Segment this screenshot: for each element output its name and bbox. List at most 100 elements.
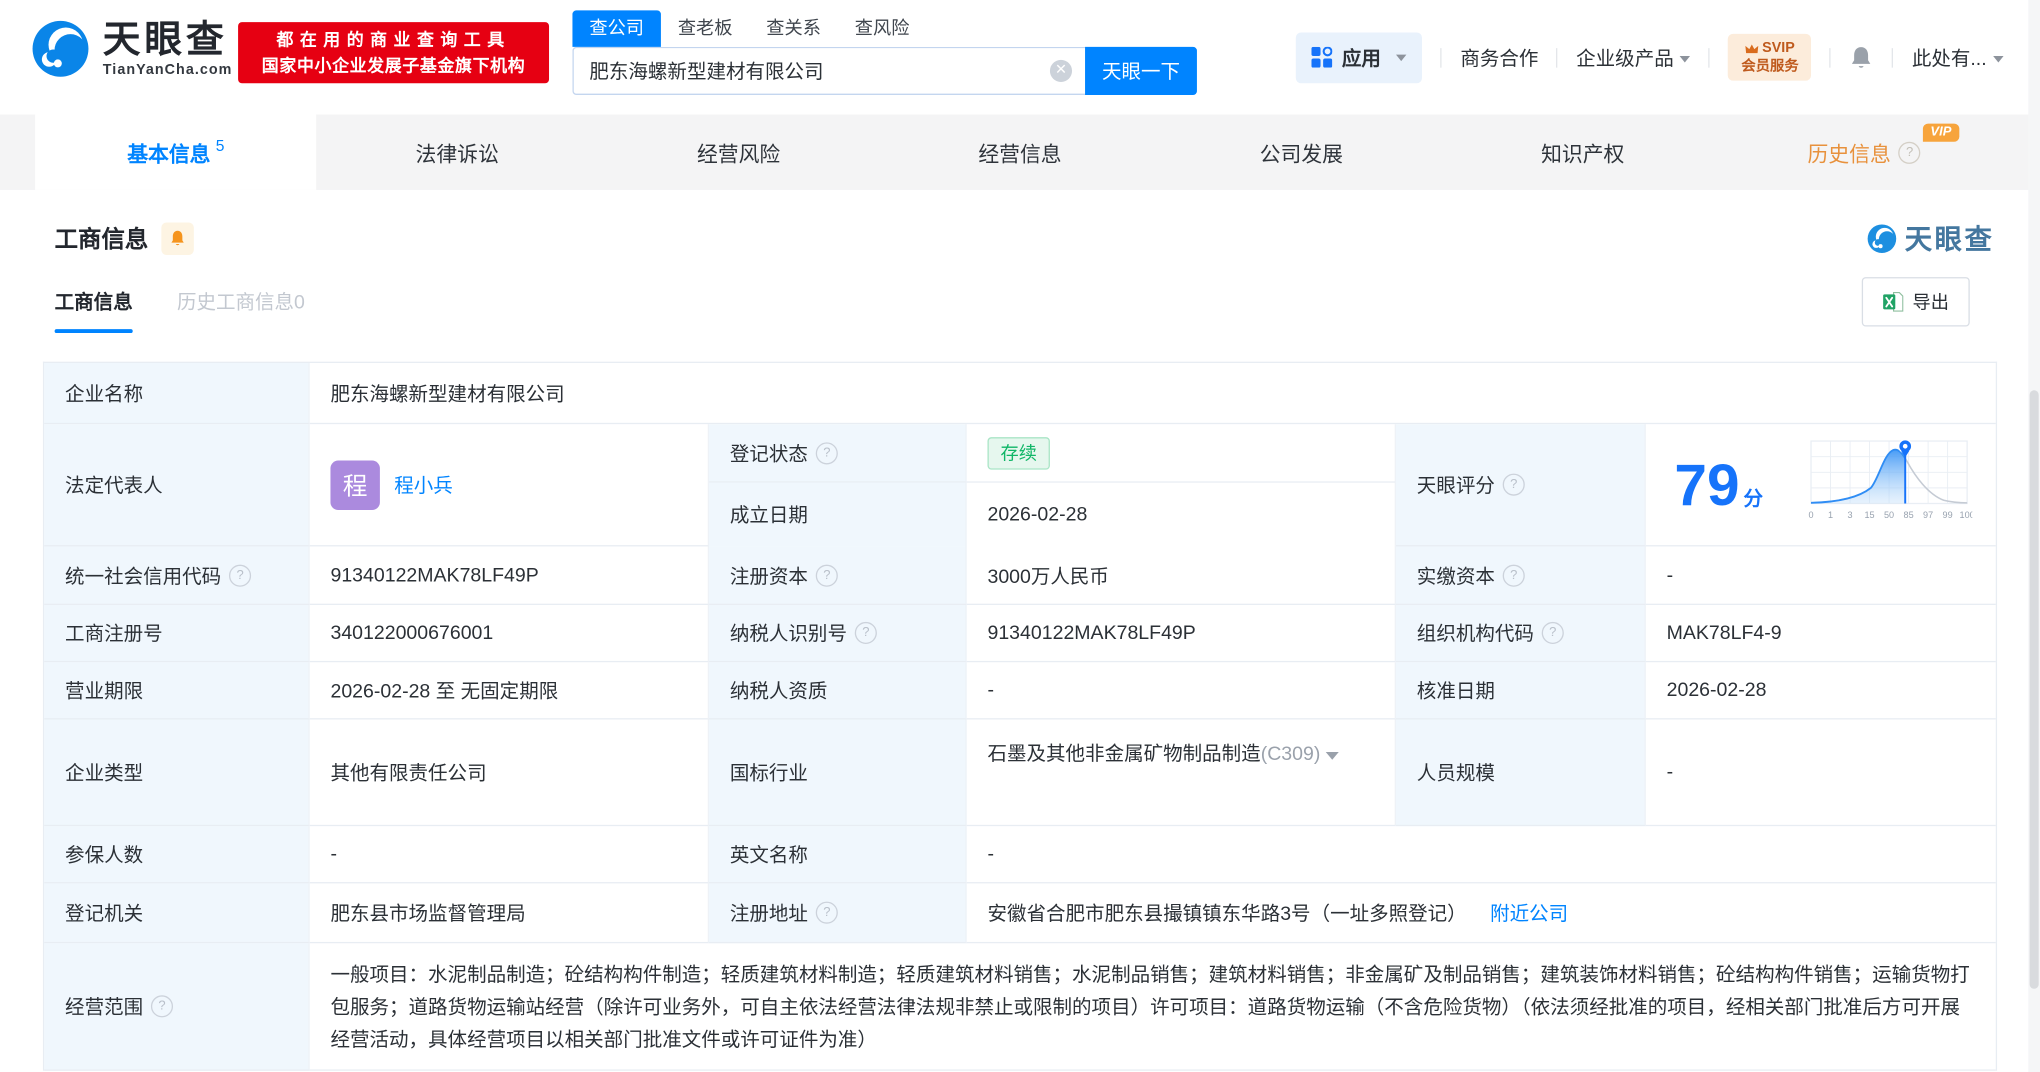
svg-text:1: 1: [1828, 509, 1833, 519]
search-tabs: 查公司 查老板 查关系 查风险: [572, 10, 1196, 47]
company-name-value: 肥东海螺新型建材有限公司: [309, 363, 1996, 425]
section-title: 工商信息: [54, 226, 149, 253]
reg-address-value: 安徽省合肥市肥东县撮镇镇东华路3号（一址多照登记） 附近公司: [966, 883, 1996, 944]
status-badge: 存续: [987, 436, 1050, 470]
export-label: 导出: [1912, 291, 1949, 313]
divider: [1556, 47, 1558, 68]
help-icon[interactable]: ?: [1502, 563, 1525, 587]
help-icon[interactable]: ?: [1898, 141, 1921, 164]
svg-text:97: 97: [1923, 509, 1933, 519]
tab-history-info[interactable]: VIP 历史信息 ?: [1723, 114, 2004, 189]
help-icon[interactable]: ?: [815, 901, 838, 924]
staff-size-label: 人员规模: [1395, 719, 1646, 827]
search-tab-boss[interactable]: 查老板: [661, 10, 749, 46]
svip-sub-label: 会员服务: [1741, 58, 1799, 75]
industry-value: 石墨及其他非金属矿物制品制造(C309): [966, 719, 1396, 827]
enterprise-label: 企业级产品: [1576, 47, 1674, 70]
tab-operating-info[interactable]: 经营信息: [879, 114, 1160, 189]
status-date-block: 登记状态? 存续 成立日期 2026-02-28: [709, 424, 1396, 547]
tab-operating-risk[interactable]: 经营风险: [598, 114, 879, 189]
svip-member-badge[interactable]: SVIP 会员服务: [1728, 33, 1812, 81]
notification-bell-icon[interactable]: [1849, 44, 1874, 70]
score-axis-ticks: 0 1 3 15 50 85 97 99 100: [1808, 509, 1972, 519]
english-name-label: 英文名称: [709, 826, 967, 884]
tab-label: 公司发展: [1259, 144, 1343, 167]
help-icon[interactable]: ?: [228, 563, 252, 587]
subtab-business-info[interactable]: 工商信息: [54, 288, 133, 334]
svg-text:3: 3: [1848, 509, 1853, 519]
nearby-companies-link[interactable]: 附近公司: [1490, 899, 1568, 926]
tab-company-development[interactable]: 公司发展: [1161, 114, 1442, 189]
tab-label: 经营信息: [978, 144, 1062, 167]
top-header: 天眼查 TianYanCha.com 都在用的商业查询工具 国家中小企业发展子基…: [0, 0, 2040, 115]
paid-capital-label: 实缴资本?: [1395, 546, 1646, 605]
chevron-down-icon: [1993, 55, 2004, 62]
tab-intellectual-property[interactable]: 知识产权: [1442, 114, 1723, 189]
search-tab-relation[interactable]: 查关系: [749, 10, 837, 46]
chevron-down-icon[interactable]: [1325, 751, 1339, 760]
legal-rep-link[interactable]: 程小兵: [394, 471, 453, 498]
tab-basic-info[interactable]: 基本信息 5: [35, 114, 317, 190]
paid-capital-value: -: [1645, 546, 1996, 605]
excel-icon: [1883, 292, 1904, 312]
export-button[interactable]: 导出: [1861, 277, 1970, 327]
tianyancha-logo[interactable]: 天眼查 TianYanCha.com: [31, 20, 232, 79]
search-input[interactable]: [573, 59, 1050, 82]
orange-bell-icon: [171, 230, 184, 246]
org-code-label: 组织机构代码?: [1395, 604, 1646, 663]
enterprise-product-link[interactable]: 企业级产品: [1576, 44, 1691, 71]
industry-code: (C309): [1260, 742, 1321, 765]
help-icon[interactable]: ?: [815, 563, 838, 587]
svg-text:50: 50: [1884, 509, 1894, 519]
business-cooperation-link[interactable]: 商务合作: [1460, 44, 1538, 71]
slogan-line1: 都在用的商业查询工具: [276, 29, 511, 49]
help-icon[interactable]: ?: [815, 441, 838, 464]
user-account-menu[interactable]: 此处有...: [1912, 44, 2004, 71]
scrollbar-track: [2028, 0, 2040, 1072]
apps-grid-icon: [1311, 46, 1333, 68]
tab-label: 基本信息: [127, 144, 211, 167]
reg-capital-value: 3000万人民币: [966, 546, 1396, 605]
help-icon[interactable]: ?: [1502, 473, 1525, 496]
help-icon[interactable]: ?: [854, 621, 877, 645]
svg-text:85: 85: [1904, 509, 1914, 519]
search-tab-company[interactable]: 查公司: [572, 10, 661, 47]
credit-code-label: 统一社会信用代码?: [44, 546, 310, 605]
industry-label: 国标行业: [709, 719, 967, 827]
svip-label: SVIP: [1762, 40, 1795, 56]
vip-tag: VIP: [1922, 123, 1960, 142]
score-number: 79: [1674, 451, 1740, 518]
search-tab-risk[interactable]: 查风险: [838, 10, 926, 46]
logo-swirl-icon: [32, 20, 89, 77]
subtab-history-business-info[interactable]: 历史工商信息0: [177, 288, 305, 334]
approval-date-label: 核准日期: [1395, 662, 1646, 720]
tab-legal-proceedings[interactable]: 法律诉讼: [317, 114, 598, 189]
legal-rep-avatar[interactable]: 程: [330, 459, 380, 510]
taxpayer-quality-value: -: [966, 662, 1396, 720]
page: 天眼查 TianYanCha.com 都在用的商业查询工具 国家中小企业发展子基…: [0, 0, 2040, 1072]
scrollbar-thumb[interactable]: [2029, 390, 2039, 989]
monitor-bell-button[interactable]: [161, 221, 194, 255]
svg-text:0: 0: [1808, 509, 1813, 519]
reg-authority-label: 登记机关: [44, 883, 310, 944]
establish-date-label: 成立日期: [709, 482, 967, 547]
help-icon[interactable]: ?: [150, 995, 174, 1018]
insured-count-label: 参保人数: [44, 826, 310, 884]
watermark-logo: 天眼查: [1867, 219, 1995, 258]
company-type-label: 企业类型: [44, 719, 310, 827]
svg-text:99: 99: [1943, 509, 1953, 519]
help-icon[interactable]: ?: [1541, 621, 1564, 645]
apps-menu[interactable]: 应用: [1296, 31, 1423, 83]
svg-text:100: 100: [1960, 509, 1973, 519]
search-button[interactable]: 天眼一下: [1085, 46, 1197, 95]
chevron-down-icon: [1396, 53, 1407, 61]
reg-number-label: 工商注册号: [44, 604, 310, 663]
crown-icon: [1745, 43, 1759, 53]
establish-date-value: 2026-02-28: [967, 482, 1396, 547]
subtab-row: 工商信息 历史工商信息0 导出: [54, 277, 1986, 334]
watermark-swirl-icon: [1867, 223, 1897, 253]
logo-domain: TianYanCha.com: [102, 61, 233, 78]
tab-label: 知识产权: [1541, 144, 1625, 167]
clear-search-icon[interactable]: ✕: [1049, 59, 1073, 82]
apps-label: 应用: [1341, 47, 1381, 70]
